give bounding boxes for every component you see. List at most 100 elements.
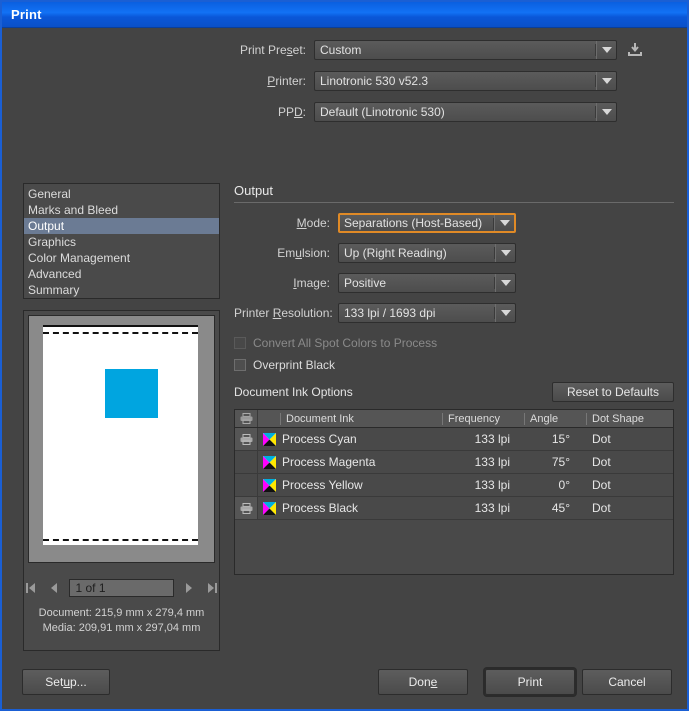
column-frequency: Frequency <box>442 412 524 425</box>
print-toggle-icon[interactable] <box>235 474 258 496</box>
printer-settings-group: Print Preset: Custom Printer: Linotronic… <box>2 40 689 133</box>
ink-swatch-icon <box>258 455 280 469</box>
mode-value: Separations (Host-Based) <box>344 216 483 230</box>
column-angle: Angle <box>524 412 586 425</box>
chevron-down-icon[interactable] <box>493 215 514 231</box>
emulsion-select[interactable]: Up (Right Reading) <box>338 243 516 263</box>
image-select[interactable]: Positive <box>338 273 516 293</box>
sidebar-item-advanced[interactable]: Advanced <box>24 266 219 282</box>
ink-angle[interactable]: 45° <box>524 501 586 515</box>
sidebar-item-summary[interactable]: Summary <box>24 282 219 298</box>
last-page-icon[interactable] <box>205 581 219 595</box>
sidebar-item-output[interactable]: Output <box>24 218 219 234</box>
chevron-down-icon[interactable] <box>595 72 616 90</box>
table-empty-area <box>235 520 673 574</box>
printer-row: Printer: Linotronic 530 v52.3 <box>2 71 689 91</box>
printer-select[interactable]: Linotronic 530 v52.3 <box>314 71 617 91</box>
preview-page <box>43 325 198 545</box>
checkbox-box[interactable] <box>234 358 246 371</box>
ppd-select[interactable]: Default (Linotronic 530) <box>314 102 617 122</box>
dialog-body: Print Preset: Custom Printer: Linotronic… <box>2 28 687 709</box>
sidebar-item-general[interactable]: General <box>24 186 219 202</box>
mode-label: Mode: <box>296 216 330 230</box>
cancel-button[interactable]: Cancel <box>582 669 672 695</box>
ink-angle[interactable]: 75° <box>524 455 586 469</box>
ppd-label: PPD: <box>277 105 306 119</box>
convert-spot-colors-label: Convert All Spot Colors to Process <box>253 335 438 350</box>
print-toggle-icon[interactable] <box>235 428 258 450</box>
table-row[interactable]: Process Black 133 lpi 45° Dot <box>235 497 673 520</box>
ink-dot-shape[interactable]: Dot <box>586 478 673 492</box>
ink-angle[interactable]: 0° <box>524 478 586 492</box>
previous-page-icon[interactable] <box>47 581 61 595</box>
ink-name: Process Magenta <box>282 455 376 469</box>
convert-spot-colors-checkbox: Convert All Spot Colors to Process <box>234 333 674 352</box>
ink-name: Process Yellow <box>282 478 363 492</box>
print-preset-label: Print Preset: <box>239 43 306 57</box>
print-preset-select[interactable]: Custom <box>314 40 617 60</box>
preview-stage <box>28 315 215 563</box>
print-button[interactable]: Print <box>485 669 575 695</box>
bleed-guide-top <box>43 332 198 334</box>
table-row[interactable]: Process Yellow 133 lpi 0° Dot <box>235 474 673 497</box>
printer-icon <box>235 410 258 427</box>
ink-dot-shape[interactable]: Dot <box>586 432 673 446</box>
printer-resolution-value: 133 lpi / 1693 dpi <box>344 306 436 320</box>
print-toggle-icon[interactable] <box>235 451 258 473</box>
media-size-text: Media: 209,91 mm x 297,04 mm <box>42 622 201 634</box>
settings-category-list[interactable]: General Marks and Bleed Output Graphics … <box>23 183 220 299</box>
chevron-down-icon[interactable] <box>494 304 515 322</box>
ink-frequency[interactable]: 133 lpi <box>442 501 524 515</box>
ink-options-heading: Document Ink Options <box>234 385 353 399</box>
ink-swatch-icon <box>258 432 280 446</box>
preview-artwork-square <box>105 369 158 418</box>
chevron-down-icon[interactable] <box>494 244 515 262</box>
ink-options-header: Document Ink Options Reset to Defaults <box>234 381 674 403</box>
overprint-black-checkbox[interactable]: Overprint Black <box>234 355 674 374</box>
table-row[interactable]: Process Magenta 133 lpi 75° Dot <box>235 451 673 474</box>
print-preset-value: Custom <box>320 43 362 57</box>
reset-to-defaults-button[interactable]: Reset to Defaults <box>552 382 674 402</box>
ink-dot-shape[interactable]: Dot <box>586 501 673 515</box>
ink-angle[interactable]: 15° <box>524 432 586 446</box>
next-page-icon[interactable] <box>183 581 197 595</box>
ink-dot-shape[interactable]: Dot <box>586 455 673 469</box>
page-navigation: 1 of 1 <box>24 579 219 597</box>
save-preset-icon[interactable] <box>626 41 644 59</box>
image-row: Image: Positive <box>234 273 674 293</box>
emulsion-row: Emulsion: Up (Right Reading) <box>234 243 674 263</box>
sidebar-item-marks-and-bleed[interactable]: Marks and Bleed <box>24 202 219 218</box>
print-toggle-icon[interactable] <box>235 497 258 519</box>
dialog-button-bar: Set u p... Don e Print Cancel <box>2 669 687 695</box>
first-page-icon[interactable] <box>24 581 38 595</box>
mode-row: Mode: Separations (Host-Based) <box>234 213 674 233</box>
column-document-ink: Document Ink <box>280 412 442 425</box>
sidebar-item-color-management[interactable]: Color Management <box>24 250 219 266</box>
page-number-field[interactable]: 1 of 1 <box>69 579 174 597</box>
print-preset-row: Print Preset: Custom <box>2 40 689 60</box>
ink-frequency[interactable]: 133 lpi <box>442 455 524 469</box>
printer-resolution-row: Printer Resolution: 133 lpi / 1693 dpi <box>234 303 674 323</box>
section-title: Output <box>234 183 274 198</box>
table-row[interactable]: Process Cyan 133 lpi 15° Dot <box>235 428 673 451</box>
printer-resolution-select[interactable]: 133 lpi / 1693 dpi <box>338 303 516 323</box>
document-info: Document: 215,9 mm x 279,4 mm Media: 209… <box>24 607 219 637</box>
bleed-guide-bottom <box>43 539 198 541</box>
setup-button[interactable]: Set u p... <box>22 669 110 695</box>
mode-select[interactable]: Separations (Host-Based) <box>338 213 516 233</box>
done-button[interactable]: Don e <box>378 669 468 695</box>
document-ink-table[interactable]: Document Ink Frequency Angle Dot Shape P… <box>234 409 674 575</box>
image-value: Positive <box>344 276 387 290</box>
chevron-down-icon[interactable] <box>494 274 515 292</box>
emulsion-label: Emulsion: <box>277 246 330 260</box>
sidebar-item-graphics[interactable]: Graphics <box>24 234 219 250</box>
ink-frequency[interactable]: 133 lpi <box>442 432 524 446</box>
image-label: Image: <box>293 276 330 290</box>
output-settings-panel: Output Mode: Separations (Host-Based) Em… <box>234 183 674 575</box>
ink-frequency[interactable]: 133 lpi <box>442 478 524 492</box>
ink-swatch-icon <box>258 478 280 492</box>
chevron-down-icon[interactable] <box>595 41 616 59</box>
ppd-row: PPD: Default (Linotronic 530) <box>2 102 689 122</box>
chevron-down-icon[interactable] <box>595 103 616 121</box>
window-title: Print <box>11 7 42 22</box>
